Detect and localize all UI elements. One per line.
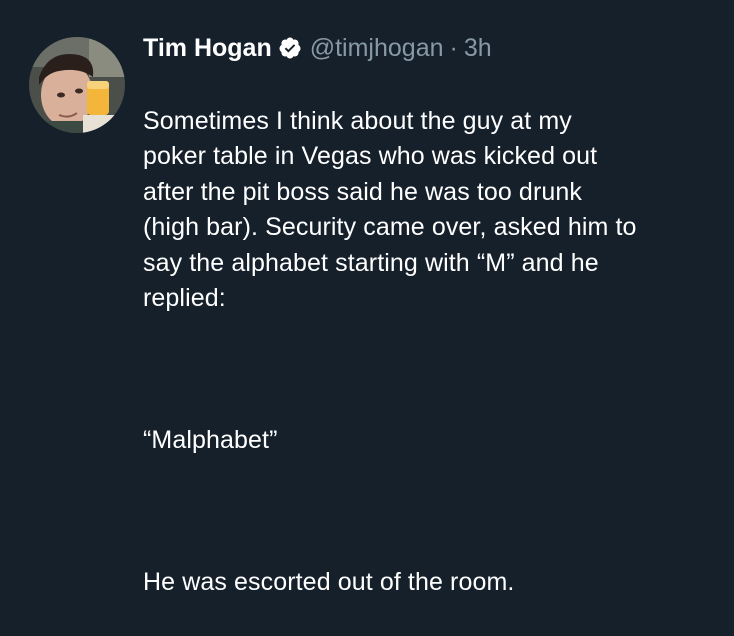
- tweet-paragraph-1: Sometimes I think about the guy at my po…: [143, 106, 637, 313]
- author-display-name[interactable]: Tim Hogan: [143, 34, 272, 63]
- tweet-text: Sometimes I think about the guy at my po…: [143, 68, 723, 636]
- header-separator: ·: [449, 33, 458, 62]
- verified-badge-icon: [278, 36, 302, 60]
- tweet-header: Tim Hogan @timjhogan · 3h: [143, 30, 723, 66]
- tweet-card: Tim Hogan @timjhogan · 3h Sometimes I th…: [0, 0, 734, 596]
- tweet-paragraph-3: He was escorted out of the room.: [143, 568, 515, 596]
- tweet-timestamp[interactable]: 3h: [464, 34, 492, 63]
- tweet-content: Tim Hogan @timjhogan · 3h Sometimes I th…: [143, 30, 723, 636]
- author-avatar[interactable]: [29, 37, 125, 133]
- tweet-paragraph-2: “Malphabet”: [143, 426, 278, 454]
- profile-photo-icon: [29, 37, 125, 133]
- author-handle[interactable]: @timjhogan: [310, 34, 444, 63]
